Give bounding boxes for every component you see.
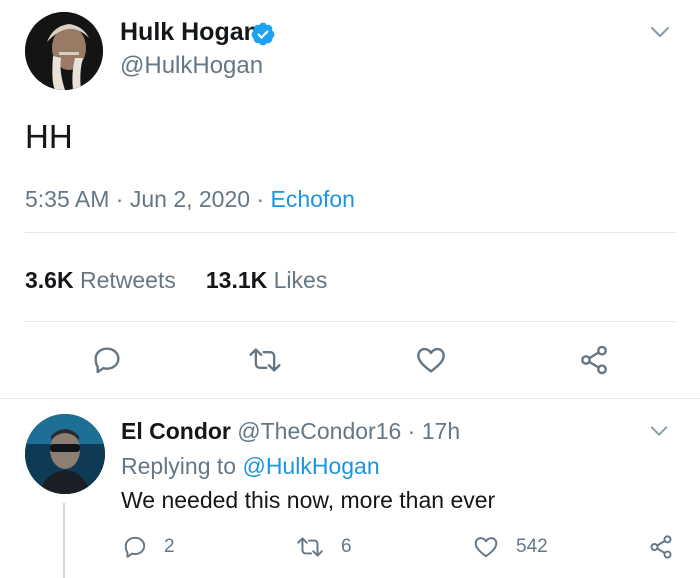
thread-line	[63, 503, 65, 578]
author-avatar[interactable]	[25, 12, 103, 90]
divider	[0, 398, 700, 399]
reply-author-name[interactable]: El Condor	[121, 418, 231, 444]
reply-icon[interactable]	[122, 534, 148, 560]
like-count: 542	[516, 536, 548, 557]
chevron-down-icon[interactable]	[648, 20, 672, 44]
retweets-stat[interactable]: 3.6K Retweets	[25, 267, 176, 293]
likes-count: 13.1K	[205, 267, 268, 293]
tweet-text: HH	[25, 118, 73, 155]
like-icon[interactable]	[472, 534, 500, 560]
verified-badge-icon	[251, 22, 275, 46]
likes-label: Likes	[273, 267, 328, 293]
replying-prefix: Replying to	[121, 453, 237, 479]
tweet-meta: 5:35 AM · Jun 2, 2020 · Echofon	[25, 186, 355, 213]
meta-separator: ·	[115, 186, 124, 212]
like-icon[interactable]	[414, 344, 448, 376]
retweets-label: Retweets	[79, 267, 176, 293]
author-name[interactable]: Hulk Hogan	[120, 18, 259, 47]
tweet-stats: 3.6K Retweets 13.1K Likes	[25, 267, 327, 294]
share-icon[interactable]	[578, 344, 610, 376]
reply-count: 2	[164, 536, 175, 557]
retweet-icon[interactable]	[248, 344, 282, 376]
share-icon[interactable]	[648, 534, 674, 560]
tweet-source[interactable]: Echofon	[271, 186, 355, 212]
meta-separator: ·	[256, 186, 265, 212]
retweet-icon[interactable]	[296, 534, 324, 560]
replying-to: Replying to @HulkHogan	[121, 453, 380, 480]
reply-age[interactable]: 17h	[422, 418, 460, 444]
divider	[25, 232, 676, 233]
reply-icon[interactable]	[91, 344, 123, 376]
reply-header: El Condor @TheCondor16 · 17h	[121, 418, 460, 445]
reply-author-handle[interactable]: @TheCondor16	[237, 418, 401, 444]
chevron-down-icon[interactable]	[648, 420, 670, 442]
replying-mention[interactable]: @HulkHogan	[242, 453, 379, 479]
divider	[25, 321, 676, 322]
retweets-count: 3.6K	[25, 267, 74, 293]
author-handle[interactable]: @HulkHogan	[120, 52, 263, 80]
reply-text: We needed this now, more than ever	[121, 487, 496, 513]
tweet-time[interactable]: 5:35 AM	[25, 186, 109, 212]
reply-author-avatar[interactable]	[25, 414, 105, 494]
retweet-count: 6	[341, 536, 352, 557]
tweet-date[interactable]: Jun 2, 2020	[130, 186, 250, 212]
likes-stat[interactable]: 13.1K Likes	[206, 267, 327, 293]
meta-separator: ·	[407, 418, 416, 444]
